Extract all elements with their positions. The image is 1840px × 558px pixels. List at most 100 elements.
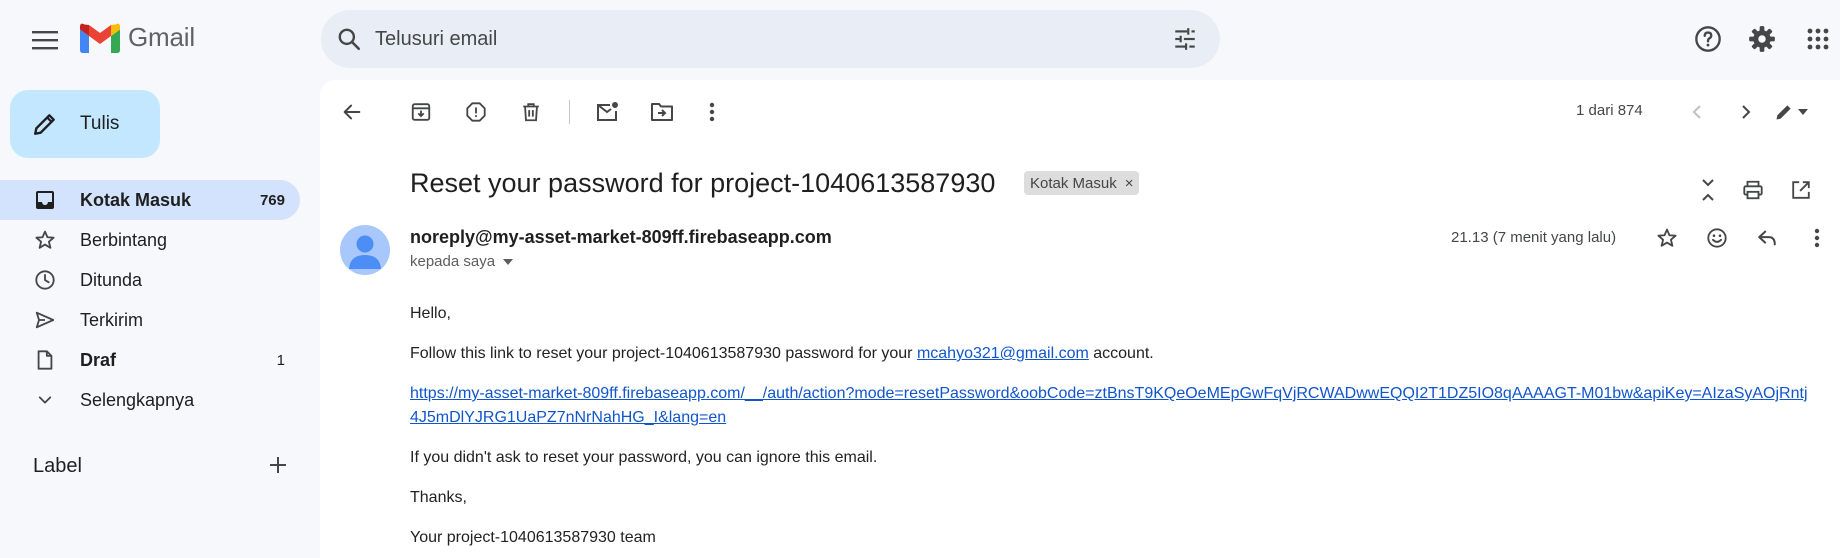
archive-icon (411, 103, 431, 121)
sidebar-item-label: Draf (80, 349, 117, 370)
sidebar-item-label: Kotak Masuk (80, 189, 192, 210)
instruction-text-end: account. (1088, 345, 1154, 362)
send-icon (34, 309, 56, 331)
star-icon (1657, 228, 1677, 247)
remove-label-button[interactable]: × (1125, 175, 1134, 192)
pagination-counter: 1 dari 874 (1576, 102, 1643, 119)
reply-button[interactable] (1749, 220, 1785, 256)
chevron-down-icon (34, 389, 56, 411)
back-button[interactable] (334, 94, 370, 130)
sidebar-item-starred[interactable]: Berbintang (0, 220, 300, 260)
clock-icon (34, 269, 56, 291)
more-vert-icon (709, 102, 715, 122)
search-bar[interactable] (321, 10, 1220, 68)
caret-down-icon (1798, 109, 1808, 115)
mark-unread-icon (597, 102, 618, 121)
reset-link-paragraph: https://my-asset-market-809ff.firebaseap… (410, 382, 1810, 430)
add-reaction-button[interactable] (1699, 220, 1735, 256)
reset-password-link[interactable]: https://my-asset-market-809ff.firebaseap… (410, 385, 1808, 426)
compose-button[interactable]: Tulis (10, 90, 160, 158)
star-icon (34, 229, 56, 251)
unread-count: 769 (259, 191, 285, 209)
report-spam-button[interactable] (458, 94, 494, 130)
compose-label: Tulis (80, 113, 120, 134)
email-subject: Reset your password for project-10406135… (410, 168, 996, 198)
recipient-text: kepada saya (410, 253, 496, 270)
person-icon (349, 235, 381, 269)
toolbar-divider (569, 100, 570, 124)
collapse-all-button[interactable] (1690, 172, 1726, 208)
sidebar-item-drafts[interactable]: Draf 1 (0, 340, 300, 380)
report-icon (466, 102, 486, 122)
help-icon (1695, 26, 1721, 52)
chevron-right-icon (1742, 105, 1751, 119)
pencil-icon (34, 114, 55, 135)
app-name: Gmail (128, 22, 195, 52)
move-to-button[interactable] (644, 94, 680, 130)
inbox-icon (34, 189, 56, 211)
labels-header: Label (33, 455, 82, 477)
mark-unread-button[interactable] (589, 94, 625, 130)
ignore-notice: If you didn't ask to reset your password… (410, 449, 878, 466)
draft-file-icon (34, 349, 56, 371)
sidebar-item-snoozed[interactable]: Ditunda (0, 260, 300, 300)
instruction-text: Follow this link to reset your project-1… (410, 345, 917, 362)
closing: Thanks, (410, 489, 467, 506)
item-count: 1 (276, 351, 285, 369)
sidebar-item-label: Berbintang (80, 229, 168, 250)
older-button[interactable] (1728, 94, 1764, 130)
gmail-logo[interactable]: Gmail (80, 22, 195, 53)
recipient-details[interactable]: kepada saya (410, 253, 514, 270)
sidebar-item-sent[interactable]: Terkirim (0, 300, 300, 340)
main-menu-button[interactable] (21, 16, 69, 64)
trash-icon (523, 103, 539, 122)
signature: Your project-1040613587930 team (410, 529, 656, 546)
unfold-less-icon (1702, 179, 1714, 201)
reply-icon (1758, 230, 1776, 246)
label-badge[interactable]: Kotak Masuk × (1024, 171, 1140, 195)
sidebar-item-inbox[interactable]: Kotak Masuk 769 (0, 180, 300, 220)
open-new-window-button[interactable] (1783, 172, 1819, 208)
support-button[interactable] (1685, 16, 1731, 62)
input-tools-button[interactable] (1764, 94, 1818, 130)
star-button[interactable] (1649, 220, 1685, 256)
chevron-left-icon (1692, 105, 1701, 119)
print-icon (1743, 180, 1763, 200)
sidebar-item-label: Terkirim (80, 309, 143, 330)
more-actions-button[interactable] (694, 94, 730, 130)
label-badge-text: Kotak Masuk (1030, 174, 1117, 192)
sender-address[interactable]: noreply@my-asset-market-809ff.firebaseap… (410, 227, 832, 248)
more-vert-icon (1814, 228, 1820, 248)
archive-button[interactable] (403, 94, 439, 130)
apps-grid-icon (1807, 28, 1829, 50)
sidebar-item-label: Selengkapnya (80, 389, 195, 410)
message-more-button[interactable] (1799, 220, 1835, 256)
pencil-icon (1776, 105, 1791, 120)
arrow-back-icon (343, 104, 361, 120)
hamburger-menu-icon (32, 31, 58, 50)
sidebar-item-label: Ditunda (80, 269, 143, 290)
delete-button[interactable] (513, 94, 549, 130)
settings-button[interactable] (1739, 16, 1785, 62)
sender-avatar[interactable] (340, 225, 390, 275)
print-all-button[interactable] (1735, 172, 1771, 208)
search-options-icon[interactable] (1172, 26, 1198, 52)
sidebar-item-more[interactable]: Selengkapnya (0, 380, 300, 420)
greeting: Hello, (410, 305, 451, 322)
instruction-paragraph: Follow this link to reset your project-1… (410, 342, 1810, 366)
gmail-m-icon (80, 23, 120, 53)
sidebar-nav: Kotak Masuk 769 Berbintang Ditunda Terki… (0, 180, 300, 420)
search-input[interactable] (375, 24, 1135, 54)
search-icon[interactable] (336, 26, 362, 52)
caret-down-icon (503, 258, 514, 265)
gear-icon (1749, 26, 1775, 52)
create-label-button[interactable] (263, 450, 293, 480)
move-to-folder-icon (651, 103, 673, 121)
message-time: 21.13 (7 menit yang lalu) (1451, 229, 1617, 246)
email-body: Hello, Follow this link to reset your pr… (410, 302, 1810, 558)
newer-button[interactable] (1679, 94, 1715, 130)
plus-icon (270, 457, 286, 473)
google-apps-button[interactable] (1795, 16, 1840, 62)
account-email-link[interactable]: mcahyo321@gmail.com (917, 345, 1089, 362)
emoji-icon (1707, 228, 1727, 248)
